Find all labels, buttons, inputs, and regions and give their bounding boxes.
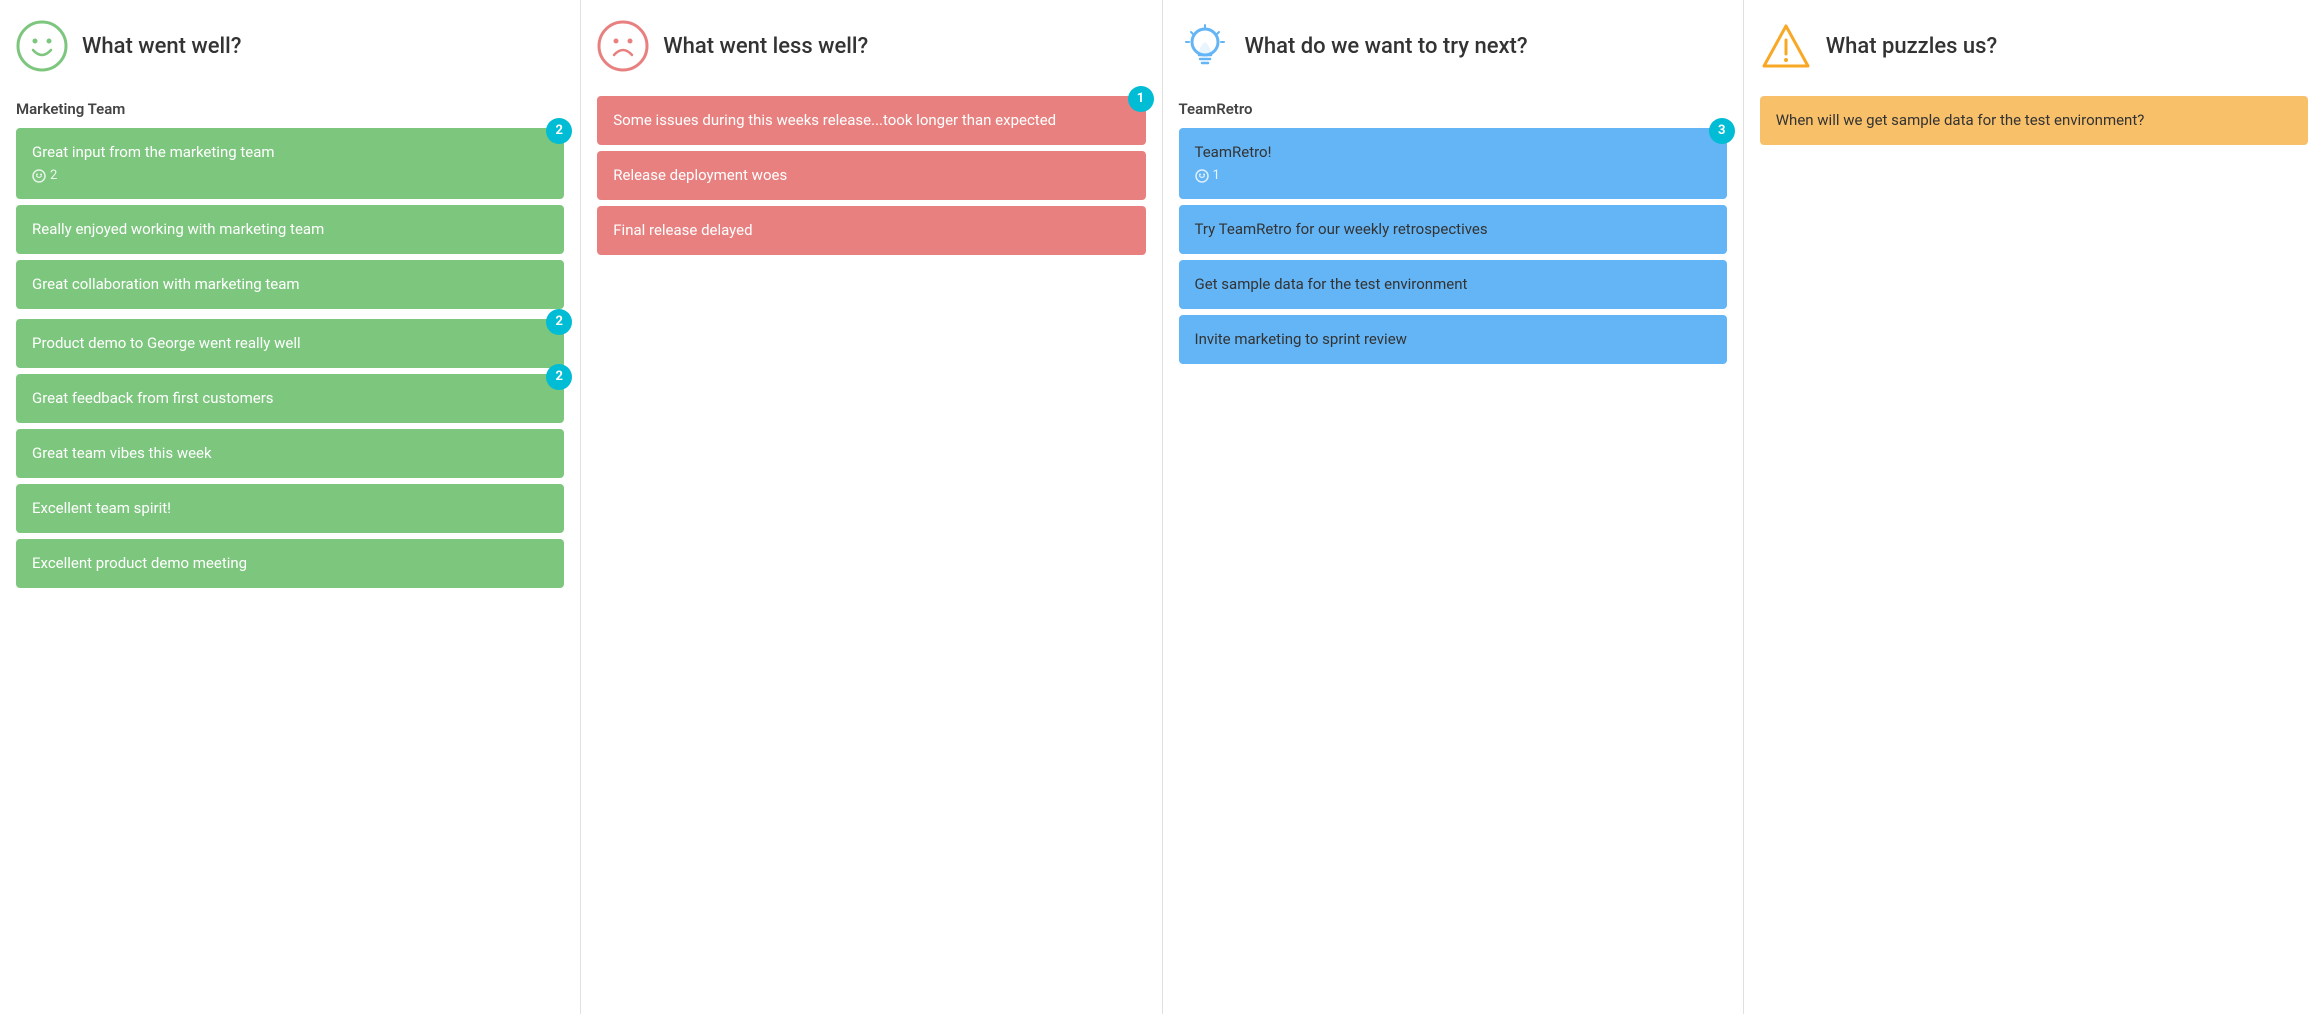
card-text: Final release delayed	[613, 220, 752, 241]
card-content: Release deployment woes	[613, 165, 787, 186]
column-header-try-next: What do we want to try next?	[1179, 20, 1727, 72]
list-item[interactable]: Final release delayed	[597, 206, 1145, 255]
list-item[interactable]: Release deployment woes	[597, 151, 1145, 200]
card-text: Great collaboration with marketing team	[32, 274, 300, 295]
card-text: Product demo to George went really well	[32, 333, 301, 354]
card-content: Invite marketing to sprint review	[1195, 329, 1407, 350]
card-text: Some issues during this weeks release...…	[613, 110, 1056, 131]
retro-board: What went well? Marketing Team Great input…	[0, 0, 2324, 1014]
card-content: Final release delayed	[613, 220, 752, 241]
cards-list-2-0: TeamRetro!13Try TeamRetro for our weekly…	[1179, 128, 1727, 364]
column-went-less-well: What went less well? Some issues during t…	[581, 0, 1162, 1014]
card-content: Some issues during this weeks release...…	[613, 110, 1056, 131]
section-label-0-0: Marketing Team	[16, 100, 564, 118]
card-content: Great input from the marketing team 2	[32, 142, 275, 185]
warning-icon	[1760, 20, 1812, 72]
card-text: Excellent team spirit!	[32, 498, 171, 519]
card-text: Try TeamRetro for our weekly retrospecti…	[1195, 219, 1488, 240]
vote-badge: 1	[1128, 86, 1154, 112]
card-text: Really enjoyed working with marketing te…	[32, 219, 324, 240]
card-content: Excellent team spirit!	[32, 498, 171, 519]
card-text: Release deployment woes	[613, 165, 787, 186]
column-puzzles-us: What puzzles us? When will we get sample …	[1744, 0, 2324, 1014]
card-content: Great feedback from first customers	[32, 388, 274, 409]
smile-icon	[16, 20, 68, 72]
vote-badge: 2	[546, 309, 572, 335]
cards-list-1-0: Some issues during this weeks release...…	[597, 96, 1145, 255]
list-item[interactable]: TeamRetro!13	[1179, 128, 1727, 199]
card-text: Invite marketing to sprint review	[1195, 329, 1407, 350]
cards-list-0-0: Great input from the marketing team 22 Rea…	[16, 128, 564, 309]
column-header-went-well: What went well?	[16, 20, 564, 72]
list-item[interactable]: Product demo to George went really well2	[16, 319, 564, 368]
cards-list-3-0: When will we get sample data for the tes…	[1760, 96, 2308, 145]
card-content: TeamRetro! 1	[1195, 142, 1272, 185]
list-item[interactable]: Get sample data for the test environment	[1179, 260, 1727, 309]
list-item[interactable]: Excellent product demo meeting	[16, 539, 564, 588]
vote-badge: 2	[546, 364, 572, 390]
card-content: When will we get sample data for the tes…	[1776, 110, 2145, 131]
column-header-went-less-well: What went less well?	[597, 20, 1145, 72]
card-sub: 2	[32, 167, 275, 185]
list-item[interactable]: Some issues during this weeks release...…	[597, 96, 1145, 145]
vote-badge: 3	[1709, 118, 1735, 144]
card-content: Great team vibes this week	[32, 443, 212, 464]
card-content: Try TeamRetro for our weekly retrospecti…	[1195, 219, 1488, 240]
column-title-try-next: What do we want to try next?	[1245, 34, 1528, 59]
vote-badge: 2	[546, 118, 572, 144]
card-content: Excellent product demo meeting	[32, 553, 247, 574]
list-item[interactable]: Great input from the marketing team 22	[16, 128, 564, 199]
cards-list-0-1: Product demo to George went really well2…	[16, 319, 564, 588]
card-content: Get sample data for the test environment	[1195, 274, 1468, 295]
card-text: Get sample data for the test environment	[1195, 274, 1468, 295]
card-text: Great feedback from first customers	[32, 388, 274, 409]
lightbulb-icon	[1179, 20, 1231, 72]
column-went-well: What went well? Marketing Team Great input…	[0, 0, 581, 1014]
card-content: Product demo to George went really well	[32, 333, 301, 354]
column-title-went-well: What went well?	[82, 34, 241, 59]
list-item[interactable]: Excellent team spirit!	[16, 484, 564, 533]
card-sub: 1	[1195, 167, 1272, 185]
card-text: TeamRetro!	[1195, 142, 1272, 163]
list-item[interactable]: Try TeamRetro for our weekly retrospecti…	[1179, 205, 1727, 254]
card-content: Really enjoyed working with marketing te…	[32, 219, 324, 240]
column-header-puzzles-us: What puzzles us?	[1760, 20, 2308, 72]
list-item[interactable]: Great team vibes this week	[16, 429, 564, 478]
list-item[interactable]: Great collaboration with marketing team	[16, 260, 564, 309]
list-item[interactable]: Really enjoyed working with marketing te…	[16, 205, 564, 254]
card-text: Great team vibes this week	[32, 443, 212, 464]
card-text: Excellent product demo meeting	[32, 553, 247, 574]
list-item[interactable]: When will we get sample data for the tes…	[1760, 96, 2308, 145]
list-item[interactable]: Invite marketing to sprint review	[1179, 315, 1727, 364]
column-title-went-less-well: What went less well?	[663, 34, 868, 59]
card-content: Great collaboration with marketing team	[32, 274, 300, 295]
card-text: Great input from the marketing team	[32, 142, 275, 163]
section-label-2-0: TeamRetro	[1179, 100, 1727, 118]
list-item[interactable]: Great feedback from first customers2	[16, 374, 564, 423]
frown-icon	[597, 20, 649, 72]
card-text: When will we get sample data for the tes…	[1776, 110, 2145, 131]
column-try-next: What do we want to try next? TeamRetro Tea…	[1163, 0, 1744, 1014]
column-title-puzzles-us: What puzzles us?	[1826, 34, 1997, 59]
